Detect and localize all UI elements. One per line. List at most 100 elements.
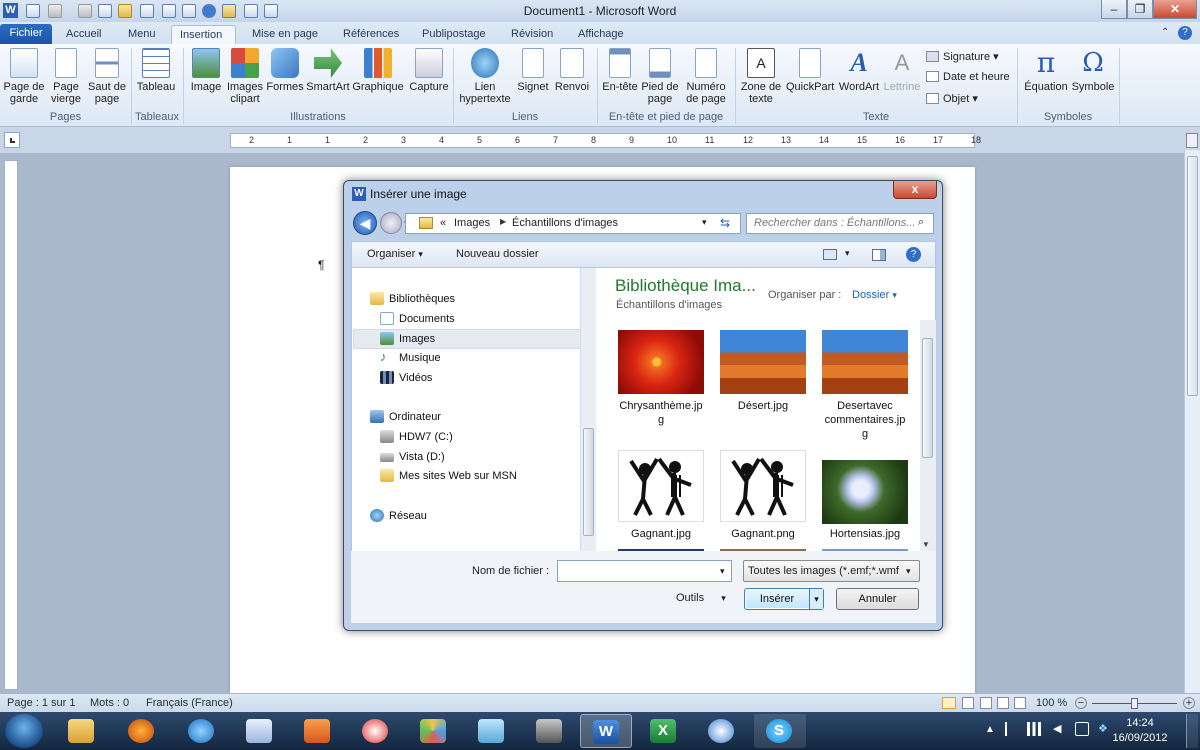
navigation-scrollbar[interactable]: [580, 268, 596, 551]
forward-button[interactable]: [380, 212, 402, 234]
help-icon[interactable]: ?: [906, 247, 921, 262]
file-label-desert-comments[interactable]: Desertavec commentaires.jp g: [817, 399, 913, 441]
file-scroll-thumb[interactable]: [922, 338, 933, 458]
network-signal-icon[interactable]: [1027, 722, 1041, 736]
refresh-icon[interactable]: ⇆: [720, 216, 730, 230]
taskbar-app-3[interactable]: [466, 714, 518, 748]
volume-icon[interactable]: ◀: [1053, 722, 1067, 736]
web-layout-view-icon[interactable]: [980, 697, 992, 709]
wordart-button[interactable]: A WordArt: [836, 48, 882, 93]
thumbnail-desert-comments[interactable]: [822, 330, 908, 394]
nav-msn-sites[interactable]: Mes sites Web sur MSN: [399, 470, 517, 482]
tab-menu[interactable]: Menu: [120, 25, 164, 44]
taskbar-app-5[interactable]: [696, 714, 748, 748]
cover-page-button[interactable]: Page de garde: [2, 48, 46, 105]
tab-references[interactable]: Références: [335, 25, 407, 44]
quickpart-button[interactable]: QuickPart: [786, 48, 834, 93]
file-browser-scrollbar[interactable]: [920, 320, 936, 551]
signature-button[interactable]: Signature ▾: [926, 50, 999, 63]
nav-drive-c[interactable]: HDW7 (C:): [399, 431, 453, 443]
new-folder-button[interactable]: Nouveau dossier: [456, 248, 539, 260]
taskbar-media-player[interactable]: [292, 714, 344, 748]
horizontal-ruler[interactable]: 2 1 1 2 3 4 5 6 7 8 9 10 11 12 13 14 15 16 17 18: [230, 133, 981, 148]
tab-selector[interactable]: [4, 132, 20, 148]
word-count[interactable]: Mots : 0: [90, 697, 129, 709]
date-time-button[interactable]: Date et heure: [926, 71, 1010, 83]
battery-icon[interactable]: [1075, 722, 1089, 736]
taskbar-firefox[interactable]: [116, 714, 168, 748]
cancel-button[interactable]: Annuler: [836, 588, 919, 610]
view-ruler-icon[interactable]: [1186, 133, 1198, 148]
nav-network[interactable]: Réseau: [389, 510, 427, 522]
tab-page-layout[interactable]: Mise en page: [244, 25, 326, 44]
clipart-button[interactable]: Images clipart: [226, 48, 264, 105]
bookmark-button[interactable]: Signet: [515, 48, 551, 93]
nav-libraries[interactable]: Bibliothèques: [389, 293, 455, 305]
chart-button[interactable]: Graphique: [352, 48, 404, 93]
taskbar-word[interactable]: W: [580, 714, 632, 748]
thumbnail-winner-png[interactable]: [720, 450, 806, 522]
blank-page-button[interactable]: Page vierge: [48, 48, 84, 105]
language-status[interactable]: Français (France): [146, 697, 233, 709]
print-layout-view-icon[interactable]: [942, 697, 956, 709]
nav-videos[interactable]: Vidéos: [399, 372, 432, 384]
breadcrumb-separator-icon[interactable]: ▶: [500, 217, 506, 226]
page-number-button[interactable]: Numéro de page: [682, 48, 730, 105]
zoom-out-icon[interactable]: −: [1075, 697, 1087, 709]
taskbar-paint[interactable]: [408, 714, 460, 748]
taskbar-excel[interactable]: X: [638, 714, 690, 748]
zoom-slider-thumb[interactable]: [1131, 698, 1138, 709]
thumbnail-desert[interactable]: [720, 330, 806, 394]
nav-images[interactable]: Images: [399, 333, 435, 345]
organize-button[interactable]: Organiser ▾: [367, 248, 423, 260]
object-button[interactable]: Objet ▾: [926, 92, 978, 105]
file-label-hydrangeas[interactable]: Hortensias.jpg: [817, 527, 913, 541]
taskbar-explorer[interactable]: [56, 714, 108, 748]
change-view-icon[interactable]: [823, 249, 837, 260]
taskbar-app-4[interactable]: [524, 714, 576, 748]
view-dropdown-icon[interactable]: ▾: [845, 248, 850, 259]
file-label-winner-jpg[interactable]: Gagnant.jpg: [613, 527, 709, 541]
tab-home[interactable]: Accueil: [58, 25, 109, 44]
show-desktop-button[interactable]: [1186, 714, 1198, 748]
taskbar-app-1[interactable]: [234, 714, 286, 748]
close-window-button[interactable]: ✕: [1153, 0, 1197, 19]
equation-button[interactable]: π Équation: [1020, 48, 1072, 94]
clock-time[interactable]: 14:24: [1118, 717, 1162, 729]
help-icon[interactable]: ?: [1178, 26, 1192, 40]
full-screen-view-icon[interactable]: [962, 697, 974, 709]
taskbar-skype[interactable]: S: [754, 714, 806, 748]
page-count[interactable]: Page : 1 sur 1: [7, 697, 76, 709]
symbol-button[interactable]: Ω Symbole: [1070, 48, 1116, 93]
scroll-thumb[interactable]: [1187, 156, 1198, 396]
back-button[interactable]: ◀: [353, 211, 377, 235]
breadcrumb-samples[interactable]: Échantillons d'images: [512, 217, 618, 229]
clock-date[interactable]: 16/09/2012: [1112, 732, 1168, 744]
zoom-level[interactable]: 100 %: [1036, 697, 1067, 709]
nav-computer[interactable]: Ordinateur: [389, 411, 441, 423]
cross-reference-button[interactable]: Renvoi: [553, 48, 591, 93]
zoom-in-icon[interactable]: +: [1183, 697, 1195, 709]
file-label-winner-png[interactable]: Gagnant.png: [715, 527, 811, 541]
filename-input[interactable]: ▾: [557, 560, 732, 582]
picture-button[interactable]: Image: [186, 48, 226, 93]
nav-drive-d[interactable]: Vista (D:): [399, 451, 445, 463]
search-input[interactable]: Rechercher dans : Échantillons... ⌕: [746, 213, 934, 234]
shapes-button[interactable]: Formes: [265, 48, 305, 93]
file-label-desert[interactable]: Désert.jpg: [715, 399, 811, 413]
tab-review[interactable]: Révision: [503, 25, 561, 44]
table-button[interactable]: Tableau: [134, 48, 178, 93]
nav-documents[interactable]: Documents: [399, 313, 455, 325]
flag-icon[interactable]: [1005, 722, 1017, 736]
drop-cap-button[interactable]: A Lettrine: [882, 48, 922, 93]
address-bar[interactable]: « Images ▶ Échantillons d'images ▾ ⇆: [405, 213, 741, 234]
scroll-down-arrow-icon[interactable]: ▼: [922, 540, 930, 549]
file-label-chrysanthemum[interactable]: Chrysanthème.jp g: [613, 399, 709, 427]
start-button[interactable]: [5, 714, 43, 748]
draft-view-icon[interactable]: [1014, 697, 1026, 709]
dropbox-icon[interactable]: ❖: [1098, 722, 1112, 736]
footer-button[interactable]: Pied de page: [640, 48, 680, 105]
breadcrumb-images[interactable]: Images: [454, 217, 490, 229]
vertical-scrollbar[interactable]: [1184, 150, 1200, 693]
taskbar-internet-explorer[interactable]: [176, 714, 228, 748]
